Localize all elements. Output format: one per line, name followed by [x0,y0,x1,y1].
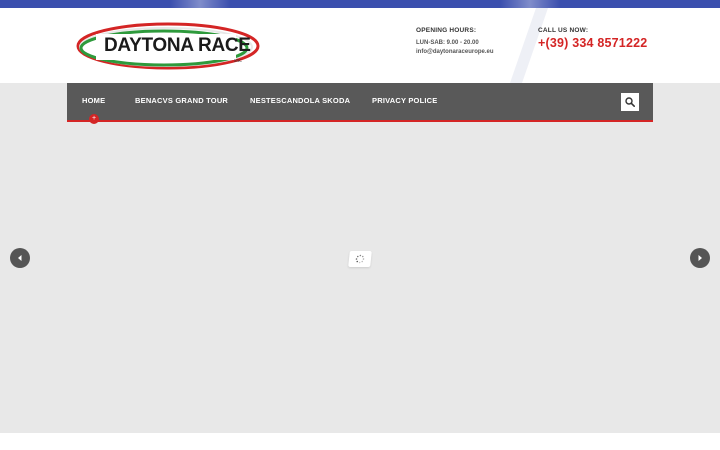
hours-value: LUN-SAB: 9.00 - 20.00 [416,40,479,46]
logo[interactable]: DAYTONA RACE snc [76,22,266,70]
logo-text: DAYTONA RACE [104,35,251,56]
strip-sheen [500,0,560,8]
call-us: CALL US NOW: +(39) 334 8571222 [538,27,647,50]
top-strip [0,0,720,8]
spinner-icon [355,254,365,264]
slider-next-button[interactable] [690,248,710,268]
chevron-left-icon [18,255,22,261]
site-header: DAYTONA RACE snc OPENING HOURS: LUN-SAB:… [0,8,720,83]
slider-prev-button[interactable] [10,248,30,268]
strip-sheen [170,0,230,8]
chevron-right-icon [698,255,702,261]
hours-label: OPENING HOURS: [416,27,477,34]
call-label: CALL US NOW: [538,27,589,34]
nav-item-nestescandola-skoda[interactable]: NESTESCANDOLA SKODA [250,96,350,105]
slider-loader [348,251,372,267]
opening-hours: OPENING HOURS: LUN-SAB: 9.00 - 20.00 inf… [416,27,494,55]
nav-item-home[interactable]: HOME [82,96,105,105]
main-nav: HOME BENACVS GRAND TOUR NESTESCANDOLA SK… [67,83,653,122]
search-icon [625,97,635,107]
search-button[interactable] [621,93,639,111]
page-footer-area [0,433,720,450]
nav-item-privacy-police[interactable]: PRIVACY POLICE [372,96,437,105]
active-indicator: + [89,114,99,124]
phone-number[interactable]: +(39) 334 8571222 [538,36,647,50]
nav-item-benacvs-grand-tour[interactable]: BENACVS GRAND TOUR [135,96,228,105]
contact-email[interactable]: info@daytonaraceurope.eu [416,49,494,55]
logo-sub: snc [234,58,242,64]
